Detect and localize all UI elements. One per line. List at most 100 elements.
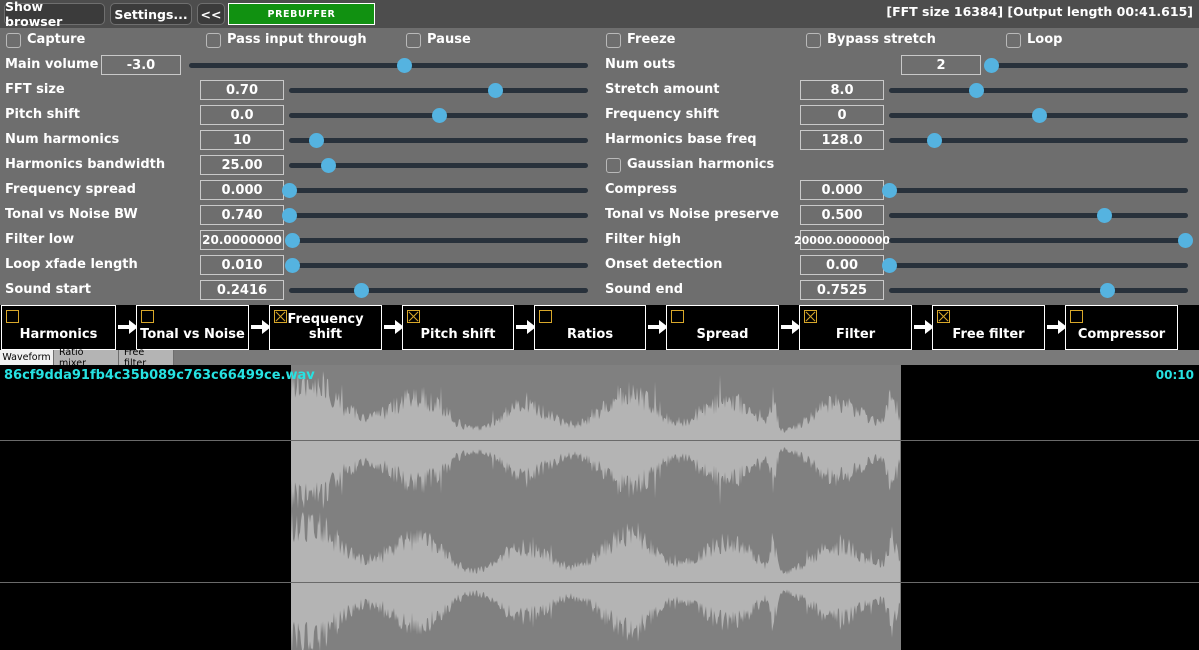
param-slider-num-outs[interactable] — [983, 58, 1188, 73]
checkbox-label-gaussian-harmonics: Gaussian harmonics — [627, 157, 775, 172]
slider-thumb-filter-high[interactable] — [1178, 233, 1193, 248]
param-row-tonal-vs-noise-bw: Tonal vs Noise BW 0.740 — [0, 203, 599, 228]
param-value-filter-low[interactable]: 20.0000000 — [200, 230, 284, 250]
param-value-compress[interactable]: 0.000 — [800, 180, 884, 200]
module-label-free-filter: Free filter — [952, 327, 1025, 342]
param-slider-main-volume[interactable] — [189, 58, 588, 73]
param-row-harmonics-bandwidth: Harmonics bandwidth 25.00 — [0, 153, 599, 178]
slider-thumb-num-harmonics[interactable] — [308, 133, 324, 148]
module-enable-checkbox-harmonics[interactable] — [6, 310, 19, 323]
param-value-tonal-vs-noise-bw[interactable]: 0.740 — [200, 205, 284, 225]
slider-thumb-tonal-vs-noise-bw[interactable] — [282, 208, 297, 223]
checkbox-pause[interactable] — [406, 33, 421, 48]
param-slider-frequency-shift[interactable] — [889, 108, 1188, 123]
param-slider-filter-high[interactable] — [889, 233, 1193, 248]
module-enable-checkbox-tonal-vs-noise[interactable] — [141, 310, 154, 323]
param-slider-tonal-vs-noise-preserve[interactable] — [889, 208, 1188, 223]
module-enable-checkbox-free-filter[interactable] — [937, 310, 950, 323]
module-enable-checkbox-spread[interactable] — [671, 310, 684, 323]
param-slider-loop-xfade-length[interactable] — [284, 258, 588, 273]
param-slider-fft-size[interactable] — [289, 83, 588, 98]
module-pitch-shift[interactable]: Pitch shift — [402, 305, 514, 350]
checkbox-label-pause: Pause — [427, 32, 471, 47]
param-value-sound-start[interactable]: 0.2416 — [200, 280, 284, 300]
slider-thumb-onset-detection[interactable] — [882, 258, 897, 273]
slider-thumb-filter-low[interactable] — [284, 233, 300, 248]
slider-thumb-num-outs[interactable] — [983, 58, 999, 73]
param-value-num-outs[interactable]: 2 — [901, 55, 981, 75]
checkbox-gaussian-harmonics[interactable] — [606, 158, 621, 173]
checkbox-wrap-pause: Pause — [0, 28, 599, 53]
param-slider-tonal-vs-noise-bw[interactable] — [282, 208, 588, 223]
param-slider-filter-low[interactable] — [284, 233, 588, 248]
slider-thumb-tonal-vs-noise-preserve[interactable] — [1097, 208, 1113, 223]
param-slider-pitch-shift[interactable] — [289, 108, 588, 123]
module-spread[interactable]: Spread — [666, 305, 779, 350]
param-row-sound-end: Sound end 0.7525 — [600, 278, 1199, 303]
param-row-sound-start: Sound start 0.2416 — [0, 278, 599, 303]
param-value-sound-end[interactable]: 0.7525 — [800, 280, 884, 300]
slider-thumb-compress[interactable] — [882, 183, 897, 198]
module-filter[interactable]: Filter — [799, 305, 912, 350]
param-slider-num-harmonics[interactable] — [289, 133, 588, 148]
module-enable-checkbox-ratios[interactable] — [539, 310, 552, 323]
param-value-num-harmonics[interactable]: 10 — [200, 130, 284, 150]
module-enable-checkbox-filter[interactable] — [804, 310, 817, 323]
slider-thumb-sound-end[interactable] — [1100, 283, 1116, 298]
param-value-stretch-amount[interactable]: 8.0 — [800, 80, 884, 100]
module-free-filter[interactable]: Free filter — [932, 305, 1045, 350]
param-value-frequency-shift[interactable]: 0 — [800, 105, 884, 125]
module-tonal-vs-noise[interactable]: Tonal vs Noise — [136, 305, 249, 350]
param-row-gaussian-harmonics: Gaussian harmonics — [600, 153, 1199, 178]
param-label-filter-high: Filter high — [605, 232, 682, 247]
tab-ratio-mixer[interactable]: Ratio mixer — [54, 347, 119, 369]
param-slider-onset-detection[interactable] — [882, 258, 1188, 273]
show-browser-button[interactable]: Show browser — [4, 0, 105, 29]
param-slider-sound-end[interactable] — [889, 283, 1188, 298]
param-slider-sound-start[interactable] — [289, 283, 588, 298]
tab-free-filter[interactable]: Free filter — [119, 347, 174, 369]
tab-waveform[interactable]: Waveform — [0, 350, 54, 365]
collapse-panel-button[interactable]: << — [197, 3, 225, 25]
prebuffer-button[interactable]: PREBUFFER — [228, 3, 375, 25]
module-label-frequency-shift: Frequency shift — [287, 312, 364, 342]
waveform-panel[interactable]: 86cf9dda91fb4c35b089c763c66499ce.wav 00:… — [0, 365, 1199, 650]
param-value-fft-size[interactable]: 0.70 — [200, 80, 284, 100]
param-value-pitch-shift[interactable]: 0.0 — [200, 105, 284, 125]
module-label-filter: Filter — [835, 327, 876, 342]
module-ratios[interactable]: Ratios — [534, 305, 646, 350]
app-root: Show browser Settings... << PREBUFFER [F… — [0, 0, 1199, 650]
param-value-main-volume[interactable]: -3.0 — [101, 55, 181, 75]
param-value-tonal-vs-noise-preserve[interactable]: 0.500 — [800, 205, 884, 225]
param-value-filter-high[interactable]: 20000.0000000 — [794, 230, 890, 250]
param-row-pitch-shift: Pitch shift 0.0 — [0, 103, 599, 128]
module-harmonics[interactable]: Harmonics — [1, 305, 116, 350]
module-frequency-shift[interactable]: Frequency shift — [269, 305, 382, 350]
slider-thumb-harmonics-bandwidth[interactable] — [320, 158, 336, 173]
param-slider-compress[interactable] — [882, 183, 1188, 198]
param-slider-frequency-spread[interactable] — [282, 183, 588, 198]
slider-thumb-loop-xfade-length[interactable] — [284, 258, 300, 273]
param-row-harmonics-base-freq: Harmonics base freq 128.0 — [600, 128, 1199, 153]
param-value-frequency-spread[interactable]: 0.000 — [200, 180, 284, 200]
module-compressor[interactable]: Compressor — [1065, 305, 1178, 350]
slider-thumb-pitch-shift[interactable] — [431, 108, 447, 123]
param-value-onset-detection[interactable]: 0.00 — [800, 255, 884, 275]
checkbox-loop[interactable] — [1006, 33, 1021, 48]
param-slider-stretch-amount[interactable] — [889, 83, 1188, 98]
param-value-loop-xfade-length[interactable]: 0.010 — [200, 255, 284, 275]
slider-thumb-fft-size[interactable] — [488, 83, 504, 98]
module-enable-checkbox-pitch-shift[interactable] — [407, 310, 420, 323]
slider-thumb-stretch-amount[interactable] — [968, 83, 984, 98]
slider-thumb-frequency-spread[interactable] — [282, 183, 297, 198]
settings-button[interactable]: Settings... — [110, 3, 192, 25]
slider-thumb-harmonics-base-freq[interactable] — [926, 133, 942, 148]
param-slider-harmonics-base-freq[interactable] — [889, 133, 1188, 148]
slider-thumb-frequency-shift[interactable] — [1031, 108, 1047, 123]
param-value-harmonics-base-freq[interactable]: 128.0 — [800, 130, 884, 150]
param-value-harmonics-bandwidth[interactable]: 25.00 — [200, 155, 284, 175]
param-slider-harmonics-bandwidth[interactable] — [289, 158, 588, 173]
slider-thumb-main-volume[interactable] — [397, 58, 413, 73]
slider-thumb-sound-start[interactable] — [353, 283, 369, 298]
module-enable-checkbox-compressor[interactable] — [1070, 310, 1083, 323]
